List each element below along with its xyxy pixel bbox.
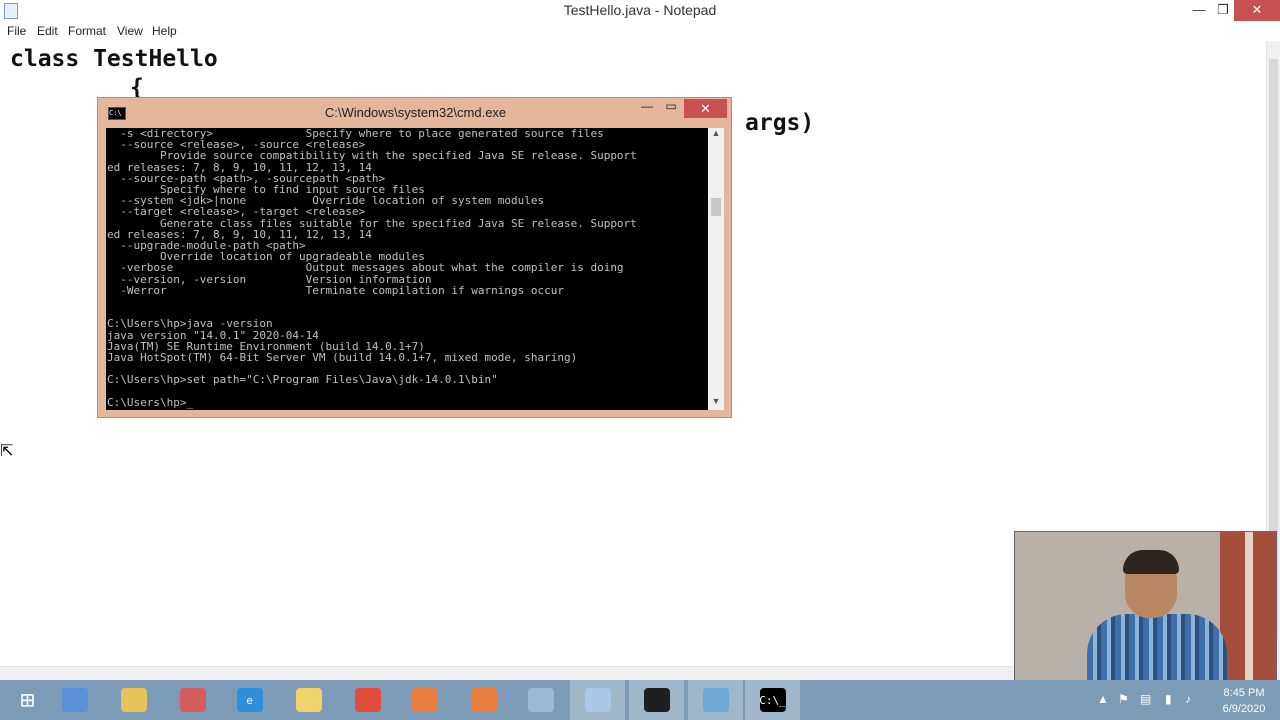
taskbar-folder-app-button[interactable] [281, 680, 336, 720]
cmd-console[interactable]: -s <directory> Specify where to place ge… [106, 128, 708, 410]
scrollbar-thumb[interactable] [711, 198, 721, 216]
calculator-icon [61, 688, 88, 712]
mouse-cursor-icon: ⇱ [0, 443, 14, 460]
taskbar-cmd-button[interactable]: C:\_ [745, 680, 800, 720]
taskbar-paint-button[interactable] [165, 680, 220, 720]
flag-icon[interactable]: ⚑ [1118, 692, 1129, 706]
code-line-main-args: args) [745, 110, 815, 136]
clock-time[interactable]: 8:45 PM [1214, 687, 1274, 699]
cmd-maximize-button[interactable]: ▭ [658, 99, 684, 119]
scroll-down-arrow-icon[interactable]: ▼ [708, 396, 724, 406]
notepad-titlebar[interactable]: TestHello.java - Notepad — ❐ ✕ [0, 0, 1280, 21]
network-icon[interactable]: ▤ [1140, 692, 1151, 706]
notepad-minimize-button[interactable]: — [1186, 0, 1212, 21]
tray-overflow-icon[interactable]: ▲ [1097, 692, 1109, 706]
menu-file[interactable]: File [7, 24, 26, 38]
taskbar-paint-3d-button[interactable] [513, 680, 568, 720]
control-panel-icon [702, 688, 729, 712]
cmd-vertical-scrollbar[interactable]: ▲ ▼ [708, 128, 724, 410]
taskbar-chrome-button[interactable] [340, 680, 395, 720]
cmd-icon: C:\_ [759, 688, 786, 712]
screenshot-app-icon [470, 688, 497, 712]
webcam-background-stripe [1245, 532, 1253, 682]
folder-app-icon [295, 688, 322, 712]
internet-explorer-icon: e [236, 688, 263, 712]
pycharm-icon [643, 688, 670, 712]
notepad-close-button[interactable]: ✕ [1234, 0, 1280, 21]
chrome-icon [354, 688, 381, 712]
cmd-console-output: -s <directory> Specify where to place ge… [107, 128, 637, 409]
cmd-window[interactable]: C:\ C:\Windows\system32\cmd.exe — ▭ ✕ -s… [97, 97, 732, 418]
battery-icon[interactable]: ▮ [1165, 692, 1172, 706]
taskbar-notepad-button[interactable] [570, 680, 625, 720]
recorder-app-icon [411, 688, 438, 712]
webcam-presenter-hair [1123, 550, 1179, 574]
taskbar-file-explorer-button[interactable] [106, 680, 161, 720]
cmd-minimize-button[interactable]: — [634, 99, 660, 119]
notepad-window-title: TestHello.java - Notepad [563, 2, 717, 18]
volume-icon[interactable]: ♪ [1185, 692, 1191, 706]
start-button-icon: ⊞ [20, 686, 35, 714]
menu-edit[interactable]: Edit [37, 24, 58, 38]
menu-view[interactable]: View [117, 24, 143, 38]
taskbar-calculator-button[interactable] [47, 680, 102, 720]
taskbar-internet-explorer-button[interactable]: e [222, 680, 277, 720]
cmd-close-button[interactable]: ✕ [684, 99, 727, 118]
file-explorer-icon [120, 688, 147, 712]
taskbar-screenshot-app-button[interactable] [456, 680, 511, 720]
taskbar: ▲ ⚑ ▤ ▮ ♪ ⊞ e C:\_ [0, 680, 1280, 720]
menu-format[interactable]: Format [68, 24, 106, 38]
notepad-icon [584, 688, 611, 712]
scroll-up-arrow-icon[interactable]: ▲ [708, 128, 724, 138]
webcam-presenter-shirt [1087, 614, 1227, 682]
paint-icon [179, 688, 206, 712]
code-line-class: class TestHello [10, 46, 218, 72]
menu-help[interactable]: Help [152, 24, 177, 38]
webcam-overlay [1014, 531, 1277, 683]
notepad-menubar: File Edit Format View Help [0, 21, 1280, 42]
clock-date[interactable]: 6/9/2020 [1214, 703, 1274, 715]
taskbar-recorder-app-button[interactable] [397, 680, 452, 720]
taskbar-control-panel-button[interactable] [688, 680, 743, 720]
notepad-maximize-button[interactable]: ❐ [1210, 0, 1236, 21]
paint-3d-icon [527, 688, 554, 712]
taskbar-pycharm-button[interactable] [629, 680, 684, 720]
